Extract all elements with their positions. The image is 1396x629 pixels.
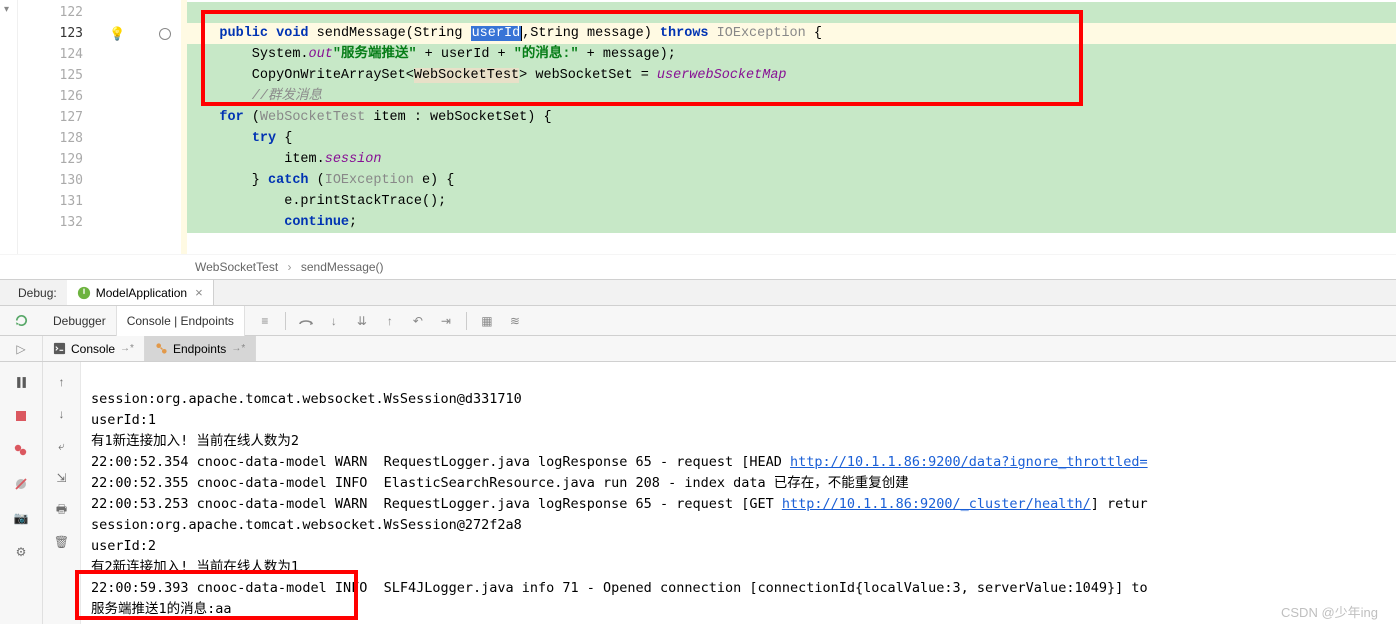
step-over-icon[interactable] bbox=[294, 309, 318, 333]
watermark: CSDN @少年ing bbox=[1281, 602, 1378, 621]
clear-icon[interactable]: 🗑 bbox=[52, 532, 72, 552]
console-icon bbox=[53, 342, 66, 355]
breadcrumb[interactable]: WebSocketTest › sendMessage() bbox=[0, 254, 1396, 279]
mute-breakpoints-icon[interactable] bbox=[11, 474, 31, 494]
tab-console-label: Console bbox=[71, 342, 115, 356]
code-body[interactable]: public void sendMessage(String userId,St… bbox=[187, 0, 1396, 254]
tab-endpoints-label: Endpoints bbox=[173, 342, 226, 356]
log-line: 22:00:52.355 cnooc-data-model INFO Elast… bbox=[91, 475, 909, 491]
tab-console[interactable]: Console →* bbox=[43, 336, 145, 361]
pin-icon[interactable]: →* bbox=[120, 343, 134, 354]
evaluate-expression-icon[interactable]: ▦ bbox=[475, 309, 499, 333]
run-to-cursor-icon[interactable]: ⇥ bbox=[434, 309, 458, 333]
view-breakpoints-icon[interactable] bbox=[11, 440, 31, 460]
debug-subtabs: Debugger Console | Endpoints bbox=[43, 306, 245, 335]
log-line: session:org.apache.tomcat.websocket.WsSe… bbox=[91, 391, 522, 407]
url-link[interactable]: http://10.1.1.86:9200/data?ignore_thrott… bbox=[790, 454, 1148, 470]
step-into-icon[interactable]: ↓ bbox=[322, 309, 346, 333]
scroll-to-end-icon[interactable]: ⇲ bbox=[52, 468, 72, 488]
rerun-col bbox=[0, 306, 43, 335]
step-out-icon[interactable]: ↑ bbox=[378, 309, 402, 333]
log-line: 22:00:52.354 cnooc-data-model WARN Reque… bbox=[91, 454, 1148, 470]
line-num[interactable]: 131 bbox=[18, 191, 83, 212]
line-num[interactable]: 127 bbox=[18, 107, 83, 128]
debug-tab[interactable]: ModelApplication × bbox=[67, 280, 214, 305]
tab-console-endpoints[interactable]: Console | Endpoints bbox=[117, 306, 245, 336]
log-line: session:org.apache.tomcat.websocket.WsSe… bbox=[91, 517, 522, 533]
log-line: 22:00:53.253 cnooc-data-model WARN Reque… bbox=[91, 496, 1148, 512]
selected-text[interactable]: userId bbox=[471, 26, 522, 41]
log-line: 有1新连接加入! 当前在线人数为2 bbox=[91, 433, 299, 449]
log-line: 22:00:59.393 cnooc-data-model INFO SLF4J… bbox=[91, 580, 1148, 596]
fold-marker[interactable]: ▾ bbox=[4, 4, 9, 15]
rerun-icon[interactable] bbox=[12, 310, 32, 330]
line-num[interactable]: 128 bbox=[18, 128, 83, 149]
debug-toolbar: Debugger Console | Endpoints ≡ ↓ ⇊ ↑ ↶ ⇥… bbox=[0, 306, 1396, 336]
line-num[interactable]: 129 bbox=[18, 149, 83, 170]
debug-tab-label: ModelApplication bbox=[96, 286, 187, 300]
line-num[interactable]: 125 bbox=[18, 65, 83, 86]
scroll-up-icon[interactable]: ↑ bbox=[52, 372, 72, 392]
soft-wrap-icon[interactable]: ⤶ bbox=[52, 436, 72, 456]
print-icon[interactable]: 🖶 bbox=[52, 500, 72, 520]
pause-icon[interactable] bbox=[11, 372, 31, 392]
resume-icon[interactable]: ▷ bbox=[11, 339, 31, 359]
stop-icon[interactable] bbox=[11, 406, 31, 426]
line-gutter[interactable]: 122 123 124 125 126 127 128 129 130 131 … bbox=[18, 0, 103, 254]
side-tools: 📷 ⚙ bbox=[0, 362, 43, 624]
pin-icon[interactable]: →* bbox=[231, 343, 245, 354]
log-line: 有2新连接加入! 当前在线人数为1 bbox=[91, 559, 299, 575]
scroll-down-icon[interactable]: ↓ bbox=[52, 404, 72, 424]
breadcrumb-method[interactable]: sendMessage() bbox=[301, 260, 384, 274]
lower-panel: 📷 ⚙ ↑ ↓ ⤶ ⇲ 🖶 🗑 session:org.apache.tomca… bbox=[0, 362, 1396, 624]
log-line: 服务端推送1的消息:aa bbox=[91, 601, 232, 617]
editor-area: ▾ 122 123 124 125 126 127 128 129 130 13… bbox=[0, 0, 1396, 254]
debug-bar: Debug: ModelApplication × bbox=[0, 279, 1396, 306]
url-link[interactable]: http://10.1.1.86:9200/_cluster/health/ bbox=[782, 496, 1091, 512]
camera-icon[interactable]: 📷 bbox=[11, 508, 31, 528]
intention-bulb-icon[interactable]: 💡 bbox=[109, 26, 123, 40]
show-frames-icon[interactable]: ≡ bbox=[253, 309, 277, 333]
console-tools: ↑ ↓ ⤶ ⇲ 🖶 🗑 bbox=[43, 362, 81, 624]
trace-icon[interactable]: ≋ bbox=[503, 309, 527, 333]
force-step-into-icon[interactable]: ⇊ bbox=[350, 309, 374, 333]
settings-icon[interactable]: ⚙ bbox=[11, 542, 31, 562]
log-line: userId:1 bbox=[91, 412, 156, 428]
drop-frame-icon[interactable]: ↶ bbox=[406, 309, 430, 333]
console-output[interactable]: session:org.apache.tomcat.websocket.WsSe… bbox=[81, 362, 1396, 624]
tab-debugger[interactable]: Debugger bbox=[43, 306, 117, 336]
line-num[interactable]: 124 bbox=[18, 44, 83, 65]
recursive-call-icon[interactable] bbox=[159, 28, 171, 40]
log-line: userId:2 bbox=[91, 538, 156, 554]
tab-endpoints[interactable]: Endpoints →* bbox=[145, 336, 256, 361]
breadcrumb-class[interactable]: WebSocketTest bbox=[195, 260, 278, 274]
breadcrumb-sep: › bbox=[288, 260, 292, 274]
fold-gutter[interactable]: ▾ bbox=[0, 0, 18, 254]
line-num[interactable]: 126 bbox=[18, 86, 83, 107]
line-num[interactable]: 132 bbox=[18, 212, 83, 233]
spring-boot-icon bbox=[77, 286, 91, 300]
line-num[interactable]: 122 bbox=[18, 2, 83, 23]
gutter-icons: 💡 bbox=[103, 0, 181, 254]
debug-label: Debug: bbox=[0, 286, 67, 300]
close-icon[interactable]: × bbox=[195, 285, 203, 300]
endpoints-icon bbox=[155, 342, 168, 355]
step-toolbar: ≡ ↓ ⇊ ↑ ↶ ⇥ ▦ ≋ bbox=[245, 306, 527, 335]
console-subtabs: ▷ Console →* Endpoints →* bbox=[0, 336, 1396, 362]
line-num[interactable]: 123 bbox=[18, 23, 83, 44]
line-num[interactable]: 130 bbox=[18, 170, 83, 191]
